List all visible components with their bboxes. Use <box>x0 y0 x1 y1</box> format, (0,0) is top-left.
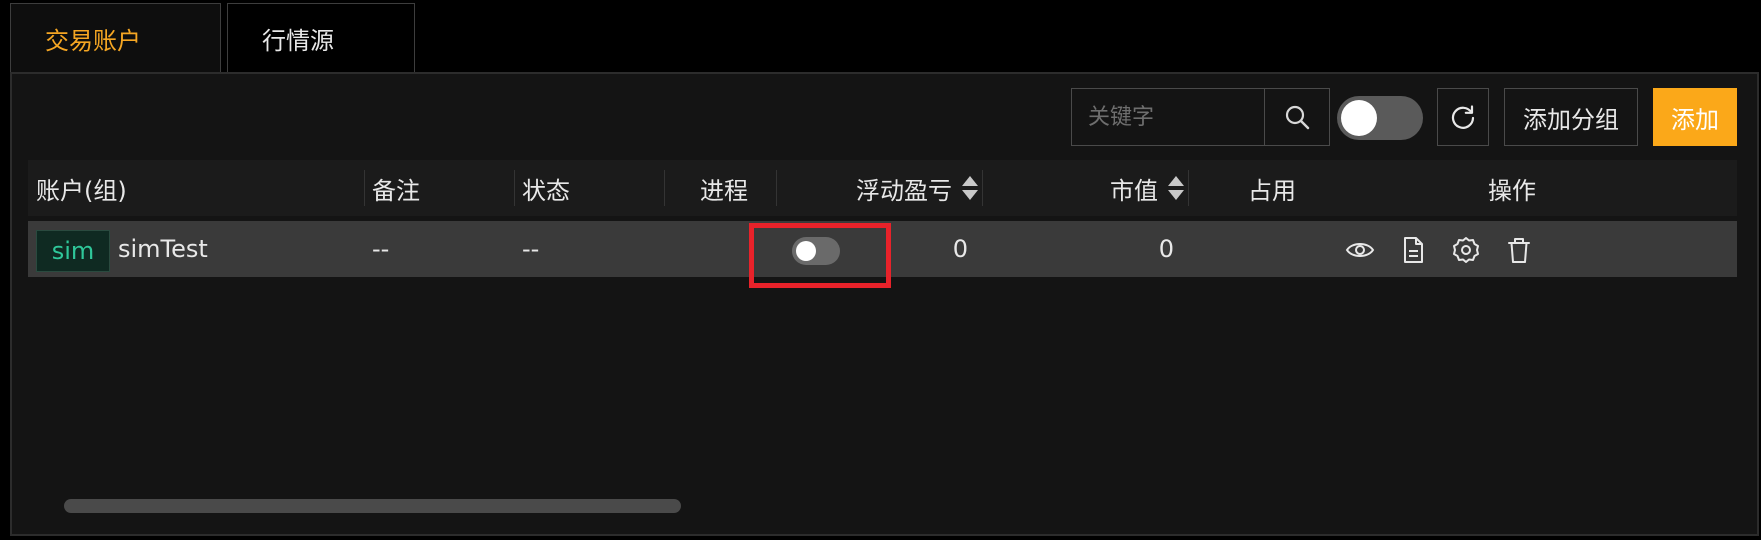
search-button[interactable] <box>1264 89 1329 145</box>
view-button[interactable] <box>1344 234 1376 266</box>
tab-trading-accounts[interactable]: 交易账户 <box>10 3 221 73</box>
column-header-occupied: 占用 <box>1248 160 1304 216</box>
column-header-floating-pnl[interactable]: 浮动盈亏 <box>784 160 978 216</box>
status-text: -- <box>522 235 540 263</box>
column-divider[interactable] <box>664 170 665 206</box>
column-divider[interactable] <box>982 170 983 206</box>
column-header-account: 账户(组) <box>36 160 127 216</box>
refresh-icon <box>1451 105 1475 129</box>
column-divider[interactable] <box>1188 170 1189 206</box>
delete-button[interactable] <box>1503 234 1535 266</box>
document-icon <box>1404 237 1423 263</box>
add-button[interactable]: 添加 <box>1653 88 1737 146</box>
column-header-remark: 备注 <box>372 160 420 216</box>
badge-label: sim <box>51 237 95 265</box>
toolbar-toggle-switch[interactable] <box>1337 96 1423 140</box>
switch-knob <box>1341 100 1377 136</box>
account-name: simTest <box>118 221 208 277</box>
search-icon <box>1285 105 1310 130</box>
eye-icon <box>1345 243 1375 257</box>
column-divider[interactable] <box>776 170 777 206</box>
column-label: 备注 <box>372 176 420 205</box>
column-label: 账户(组) <box>36 176 127 205</box>
status-cell: -- <box>522 221 539 277</box>
sort-icon[interactable] <box>962 174 978 202</box>
tab-label: 行情源 <box>262 27 334 55</box>
column-header-process: 进程 <box>672 160 776 216</box>
column-label: 状态 <box>522 176 570 205</box>
tab-market-sources[interactable]: 行情源 <box>227 3 415 73</box>
column-label: 市值 <box>1110 176 1158 205</box>
account-type-badge: sim <box>36 230 110 272</box>
sort-icon[interactable] <box>1168 174 1184 202</box>
column-label: 浮动盈亏 <box>856 176 952 205</box>
column-label: 占用 <box>1248 176 1296 205</box>
table-header: 账户(组) 备注 状态 进程 浮动盈亏 市值 占用 操作 <box>28 160 1737 216</box>
settings-button[interactable] <box>1450 234 1482 266</box>
log-button[interactable] <box>1397 234 1429 266</box>
gear-icon <box>1453 237 1479 263</box>
column-divider[interactable] <box>364 170 365 206</box>
market-value-value: 0 <box>1158 235 1174 263</box>
accounts-panel: 添加分组 添加 账户(组) 备注 状态 进程 浮动盈亏 市值 <box>10 72 1759 536</box>
add-group-button[interactable]: 添加分组 <box>1504 88 1638 146</box>
tab-label: 交易账户 <box>45 27 141 55</box>
horizontal-scrollbar[interactable] <box>64 499 681 513</box>
floating-pnl-value: 0 <box>952 235 968 263</box>
tab-bar: 交易账户 行情源 <box>10 3 415 73</box>
account-name-text: simTest <box>118 235 208 263</box>
trash-icon <box>1508 238 1530 263</box>
column-header-actions: 操作 <box>1488 160 1536 216</box>
refresh-button[interactable] <box>1437 88 1489 146</box>
switch-knob <box>796 241 816 261</box>
market-value-cell: 0 <box>990 221 1174 277</box>
column-header-status: 状态 <box>522 160 570 216</box>
column-header-market-value[interactable]: 市值 <box>990 160 1184 216</box>
process-toggle-switch[interactable] <box>792 237 840 265</box>
search-input[interactable] <box>1072 89 1264 145</box>
remark-cell: -- <box>372 221 389 277</box>
remark-text: -- <box>372 235 390 263</box>
column-divider[interactable] <box>514 170 515 206</box>
add-label: 添加 <box>1671 105 1719 134</box>
column-label: 进程 <box>700 176 748 205</box>
add-group-label: 添加分组 <box>1523 105 1619 134</box>
search-box <box>1071 88 1330 146</box>
column-label: 操作 <box>1488 176 1536 205</box>
